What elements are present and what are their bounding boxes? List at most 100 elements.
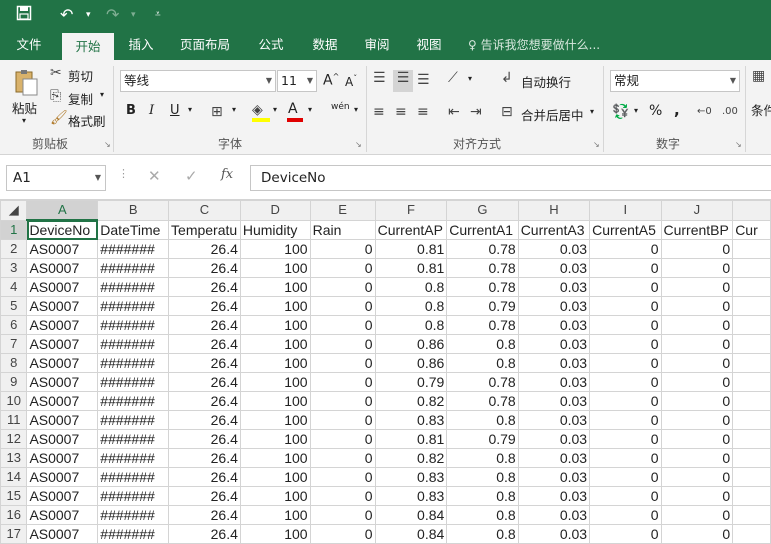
alignment-launcher-icon[interactable]: ↘: [593, 140, 600, 149]
row-header[interactable]: 6: [0, 315, 28, 335]
cell[interactable]: 100: [239, 277, 311, 297]
cell[interactable]: 0.03: [517, 467, 591, 487]
cell[interactable]: [732, 429, 771, 449]
cell[interactable]: Rain: [309, 219, 376, 240]
cell[interactable]: 0: [589, 524, 662, 544]
cell[interactable]: 0: [660, 372, 734, 392]
tab-insert[interactable]: 插入: [118, 30, 164, 60]
row-header[interactable]: 12: [0, 429, 28, 449]
cell[interactable]: 0: [660, 296, 734, 316]
cell[interactable]: CurrentA5: [589, 219, 662, 240]
number-launcher-icon[interactable]: ↘: [735, 140, 742, 149]
phonetic-dropdown-icon[interactable]: ▾: [354, 105, 358, 114]
increase-indent-icon[interactable]: ⇥: [470, 104, 482, 120]
cell[interactable]: #######: [97, 391, 170, 411]
cell[interactable]: CurrentAP: [374, 219, 448, 240]
increase-decimal-icon[interactable]: ←0: [697, 104, 712, 120]
cell[interactable]: 0: [309, 277, 376, 297]
cell[interactable]: 0: [589, 505, 662, 525]
cell[interactable]: 0: [660, 505, 734, 525]
cell[interactable]: AS0007: [26, 467, 99, 487]
cell[interactable]: #######: [97, 353, 170, 373]
cell[interactable]: 100: [239, 429, 311, 449]
cell[interactable]: 0.86: [374, 334, 448, 354]
tab-review[interactable]: 审阅: [354, 30, 400, 60]
fill-color-icon[interactable]: ◈: [252, 102, 263, 118]
cell[interactable]: 0: [660, 258, 734, 278]
tab-file[interactable]: 文件: [6, 30, 52, 60]
fill-dropdown-icon[interactable]: ▾: [273, 105, 277, 114]
conditional-formatting-label[interactable]: 条件: [751, 100, 771, 119]
cell[interactable]: AS0007: [26, 353, 99, 373]
cell[interactable]: 0.83: [374, 486, 448, 506]
name-box[interactable]: A1 ▼: [6, 165, 106, 191]
cell[interactable]: 100: [239, 353, 311, 373]
underline-button[interactable]: U: [170, 103, 180, 118]
cell[interactable]: 0: [589, 448, 662, 468]
cell[interactable]: 0.81: [374, 258, 448, 278]
cell[interactable]: 26.4: [168, 410, 241, 430]
cell[interactable]: 0: [660, 410, 734, 430]
cell[interactable]: 0.79: [446, 429, 519, 449]
cell[interactable]: 0.03: [517, 353, 591, 373]
cell[interactable]: #######: [97, 315, 170, 335]
cell[interactable]: 100: [239, 372, 311, 392]
cell[interactable]: 0.83: [374, 410, 448, 430]
cell[interactable]: 0: [589, 353, 662, 373]
formula-input[interactable]: DeviceNo: [250, 165, 771, 191]
cell[interactable]: 0.03: [517, 524, 591, 544]
cell[interactable]: 100: [239, 505, 311, 525]
cell[interactable]: [732, 258, 771, 278]
column-header[interactable]: I: [589, 200, 662, 221]
align-left-icon[interactable]: ≡: [373, 104, 385, 120]
column-header[interactable]: E: [309, 200, 376, 221]
percent-button[interactable]: %: [649, 103, 662, 119]
cell[interactable]: 0: [660, 353, 734, 373]
tell-me-box[interactable]: ♀ 告诉我您想要做什么...: [468, 30, 618, 60]
cell[interactable]: 100: [239, 334, 311, 354]
cell[interactable]: AS0007: [26, 505, 99, 525]
cell[interactable]: 0: [589, 315, 662, 335]
cell[interactable]: AS0007: [26, 486, 99, 506]
paste-icon[interactable]: [12, 68, 40, 96]
column-header[interactable]: C: [168, 200, 241, 221]
cell[interactable]: AS0007: [26, 239, 99, 259]
cell[interactable]: 26.4: [168, 505, 241, 525]
cell[interactable]: 0.78: [446, 277, 519, 297]
cell[interactable]: 100: [239, 315, 311, 335]
conditional-formatting-icon[interactable]: ▦: [752, 68, 765, 84]
cell[interactable]: [732, 372, 771, 392]
cell[interactable]: Temperatu: [168, 219, 241, 240]
cell[interactable]: 0: [309, 486, 376, 506]
font-launcher-icon[interactable]: ↘: [355, 140, 362, 149]
cell[interactable]: 0.8: [446, 486, 519, 506]
cell[interactable]: 0: [589, 372, 662, 392]
clipboard-launcher-icon[interactable]: ↘: [104, 140, 111, 149]
cell[interactable]: 0: [309, 410, 376, 430]
cell[interactable]: 100: [239, 239, 311, 259]
cell[interactable]: 0: [589, 258, 662, 278]
paste-label[interactable]: 粘贴: [12, 98, 37, 117]
column-header[interactable]: D: [239, 200, 311, 221]
cell[interactable]: 0: [309, 372, 376, 392]
align-right-icon[interactable]: ≡: [417, 104, 429, 120]
cell[interactable]: 0: [660, 334, 734, 354]
merge-center-label[interactable]: 合并后居中: [521, 105, 584, 124]
cell[interactable]: DeviceNo: [26, 219, 99, 240]
cell[interactable]: 0.81: [374, 239, 448, 259]
tab-home[interactable]: 开始: [62, 33, 114, 60]
cell[interactable]: 0.8: [374, 315, 448, 335]
cell[interactable]: #######: [97, 429, 170, 449]
cell[interactable]: #######: [97, 277, 170, 297]
enter-icon[interactable]: ✓: [185, 167, 198, 185]
orientation-icon[interactable]: ⟋: [448, 70, 458, 86]
save-icon[interactable]: [16, 5, 32, 25]
select-all-corner[interactable]: ◢: [0, 200, 28, 221]
row-header[interactable]: 5: [0, 296, 28, 316]
cell[interactable]: 0.03: [517, 429, 591, 449]
row-header[interactable]: 17: [0, 524, 28, 544]
borders-dropdown-icon[interactable]: ▾: [232, 105, 236, 114]
cell[interactable]: 0: [660, 467, 734, 487]
cell[interactable]: 26.4: [168, 372, 241, 392]
font-color-icon[interactable]: A: [288, 101, 298, 117]
